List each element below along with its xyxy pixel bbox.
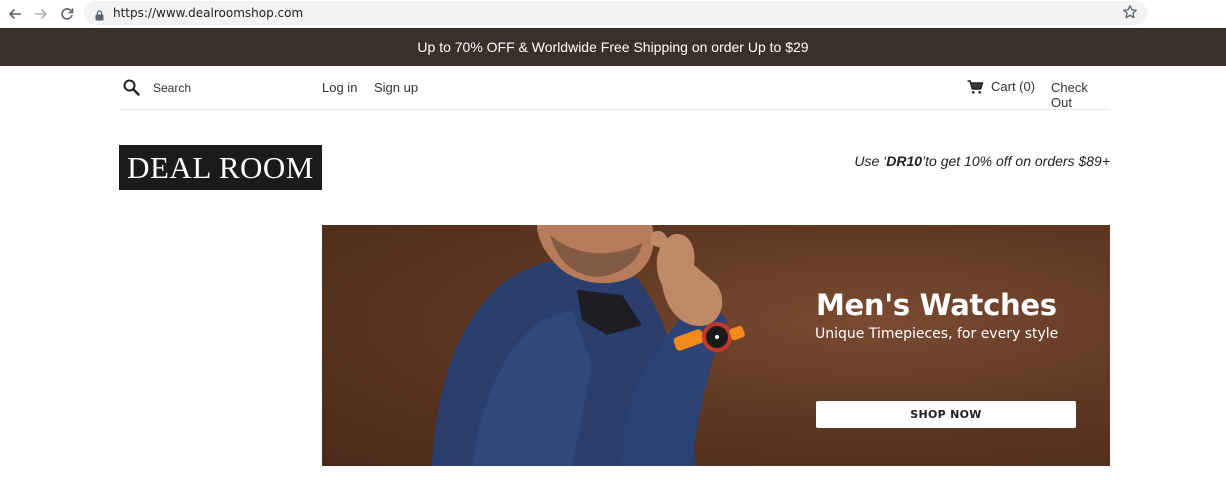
logo-text: DEAL ROOM xyxy=(127,149,314,185)
shop-now-label: SHOP NOW xyxy=(910,408,982,421)
browser-toolbar: https://www.dealroomshop.com xyxy=(0,0,1226,28)
announcement-bar: Up to 70% OFF & Worldwide Free Shipping … xyxy=(0,28,1226,66)
login-link[interactable]: Log in xyxy=(322,80,357,95)
bookmark-star-icon[interactable] xyxy=(1122,4,1138,25)
site-logo[interactable]: DEAL ROOM xyxy=(119,145,322,190)
promo-message: Use ‘DR10’to get 10% off on orders $89+ xyxy=(854,153,1110,169)
promo-code: DR10 xyxy=(886,153,923,169)
hero-model-image xyxy=(432,225,745,466)
cart-link[interactable]: Cart (0) xyxy=(967,79,1035,94)
forward-arrow-icon[interactable] xyxy=(31,4,51,24)
lock-icon xyxy=(95,8,104,26)
checkout-link[interactable]: Check Out xyxy=(1051,80,1110,110)
back-arrow-icon[interactable] xyxy=(5,4,25,24)
hero-title: Men's Watches xyxy=(816,288,1057,322)
cart-icon xyxy=(967,79,984,94)
promo-prefix: Use ‘ xyxy=(854,153,887,169)
promo-suffix: ’to get 10% off on orders $89+ xyxy=(922,153,1110,169)
url-text[interactable]: https://www.dealroomshop.com xyxy=(113,6,303,20)
announcement-text: Up to 70% OFF & Worldwide Free Shipping … xyxy=(417,39,809,55)
search-input[interactable] xyxy=(153,79,293,97)
site-header: Log in Sign up Cart (0) Check Out xyxy=(119,66,1110,110)
cart-label: Cart (0) xyxy=(991,79,1036,94)
hero-subtitle: Unique Timepieces, for every style xyxy=(815,326,1059,342)
search-icon[interactable] xyxy=(123,79,140,101)
address-bar[interactable]: https://www.dealroomshop.com xyxy=(84,1,1147,25)
shop-now-button[interactable]: SHOP NOW xyxy=(816,401,1076,428)
hero-banner[interactable]: Men's Watches Unique Timepieces, for eve… xyxy=(322,225,1110,466)
signup-link[interactable]: Sign up xyxy=(374,80,418,95)
reload-icon[interactable] xyxy=(57,4,77,24)
